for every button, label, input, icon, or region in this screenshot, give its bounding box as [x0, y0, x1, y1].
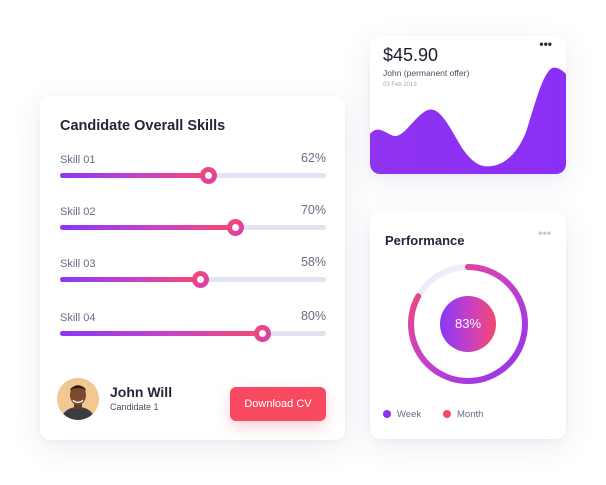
skill-slider-thumb[interactable] [253, 325, 271, 342]
skill-row: Skill 01 62% [60, 151, 326, 184]
person-avatar-icon [57, 378, 99, 420]
more-options-icon[interactable]: ••• [538, 227, 551, 239]
skill-percent: 62% [300, 151, 326, 165]
skill-name: Skill 02 [60, 206, 96, 218]
skill-percent: 80% [300, 309, 326, 323]
skill-slider-track[interactable] [60, 271, 326, 288]
skill-slider-track[interactable] [60, 325, 326, 342]
skill-name: Skill 03 [60, 258, 96, 270]
skill-name: Skill 01 [60, 154, 96, 166]
download-cv-button[interactable]: Download CV [230, 387, 326, 421]
skill-slider-fill [60, 277, 201, 282]
skill-slider-fill [60, 225, 236, 230]
performance-value: 83% [440, 296, 496, 352]
skill-row: Skill 03 58% [60, 255, 326, 288]
skill-slider-thumb[interactable] [227, 219, 245, 236]
skill-slider-fill [60, 173, 209, 178]
candidate-subtitle: Candidate 1 [110, 402, 159, 412]
skill-slider-thumb[interactable] [200, 167, 218, 184]
legend-label: Week [397, 409, 422, 420]
candidate-skills-card: Candidate Overall Skills Skill 01 62% Sk… [40, 96, 345, 440]
legend-dot-icon [383, 410, 391, 418]
area-wave-graphic [370, 67, 566, 174]
skill-slider-track[interactable] [60, 219, 326, 236]
skill-percent: 70% [300, 203, 326, 217]
performance-title: Performance [385, 233, 465, 248]
avatar [57, 378, 99, 420]
performance-card: Performance ••• 83% Week Month [370, 211, 566, 439]
legend-item-week: Week [383, 409, 421, 420]
legend-dot-icon [443, 410, 451, 418]
skill-percent: 58% [300, 255, 326, 269]
skill-slider-track[interactable] [60, 167, 326, 184]
candidate-name: John Will [110, 384, 173, 400]
legend-label: Month [457, 409, 484, 420]
skill-row: Skill 02 70% [60, 203, 326, 236]
skill-slider-thumb[interactable] [192, 271, 210, 288]
skills-card-title: Candidate Overall Skills [60, 118, 226, 134]
legend-item-month: Month [443, 409, 483, 420]
price-card: $45.90 John (permanent offer) 03 Feb 201… [370, 36, 566, 174]
skill-name: Skill 04 [60, 312, 96, 324]
skill-row: Skill 04 80% [60, 309, 326, 342]
skill-slider-fill [60, 331, 263, 336]
